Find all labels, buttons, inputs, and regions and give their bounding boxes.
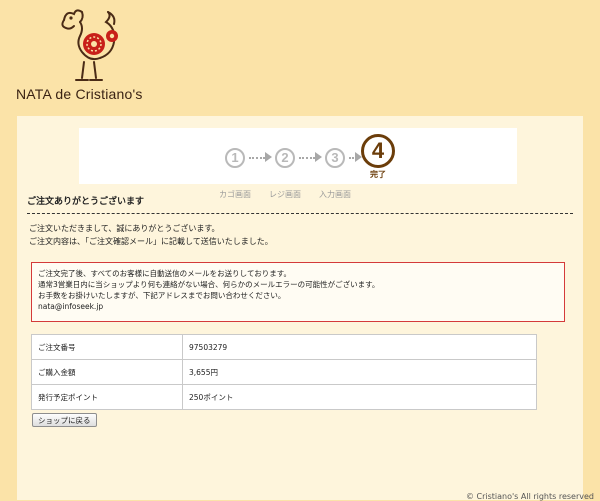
page-heading: ご注文ありがとうございます	[27, 194, 573, 214]
arrow-right-icon	[249, 157, 265, 159]
order-summary-table: ご注文番号 97503279 ご購入金額 3,655円 発行予定ポイント 250…	[31, 334, 537, 410]
arrow-right-icon	[299, 157, 315, 159]
main-panel: 1 カゴ画面 2 レジ画面 3 入力画面 4 完了 ご注文ありがとうございます …	[17, 116, 583, 500]
order-number-value: 97503279	[182, 334, 537, 360]
table-row: ご注文番号 97503279	[31, 334, 537, 360]
thanks-line: ご注文内容は、「ご注文確認メール」に記載して送信いたしました。	[29, 237, 273, 246]
step-number: 1	[225, 148, 245, 168]
order-number-label: ご注文番号	[31, 334, 183, 360]
notice-line: 通常3営業日内に当ショップより何も連絡がない場合、何らかのメールエラーの可能性が…	[38, 280, 380, 289]
step-4-current: 4	[361, 134, 395, 168]
purchase-amount-value: 3,655円	[182, 359, 537, 385]
purchase-amount-label: ご購入金額	[31, 359, 183, 385]
notice-line: お手数をお掛けいたしますが、下記アドレスまでお問い合わせください。	[38, 291, 286, 300]
email-notice-box: ご注文完了後、すべてのお客様に自動送信のメールをお送りしております。 通常3営業…	[31, 262, 565, 322]
step-1: 1 カゴ画面	[219, 148, 251, 199]
points-label: 発行予定ポイント	[31, 384, 183, 410]
table-row: 発行予定ポイント 250ポイント	[31, 384, 537, 410]
contact-email: nata@infoseek.jp	[38, 302, 104, 311]
table-row: ご購入金額 3,655円	[31, 359, 537, 385]
thanks-message: ご注文いただきまして、誠にありがとうございます。 ご注文内容は、「ご注文確認メー…	[29, 222, 273, 248]
thanks-line: ご注文いただきまして、誠にありがとうございます。	[29, 224, 220, 233]
brand-name: NATA de Cristiano's	[16, 86, 143, 102]
arrow-head-icon	[265, 152, 272, 162]
checkout-progress: 1 カゴ画面 2 レジ画面 3 入力画面 4 完了	[79, 128, 517, 199]
step-2: 2 レジ画面	[269, 148, 301, 199]
brand-logo[interactable]: NATA de Cristiano's	[16, 6, 156, 106]
step-3: 3 入力画面	[319, 148, 351, 199]
arrow-head-icon	[315, 152, 322, 162]
points-value: 250ポイント	[182, 384, 537, 410]
step-label-current: 完了	[370, 170, 386, 179]
rooster-icon	[61, 9, 118, 81]
step-number: 2	[275, 148, 295, 168]
back-to-shop-button[interactable]: ショップに戻る	[32, 413, 97, 427]
notice-line: ご注文完了後、すべてのお客様に自動送信のメールをお送りしております。	[38, 269, 291, 278]
step-number: 3	[325, 148, 345, 168]
